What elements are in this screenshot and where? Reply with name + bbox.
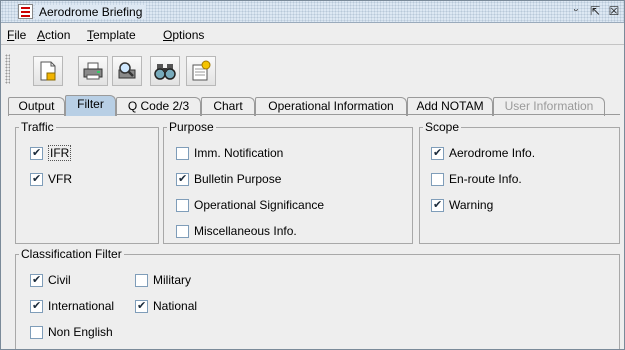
scope-group: Scope Aerodrome Info. En-route Info. War… — [419, 120, 620, 244]
aerodrome-info-label: Aerodrome Info. — [449, 146, 536, 160]
classification-group-title: Classification Filter — [19, 247, 124, 261]
checkbox-checked-icon — [30, 299, 43, 313]
civil-checkbox[interactable]: Civil — [30, 272, 71, 288]
traffic-group: Traffic IFR VFR — [15, 120, 159, 244]
checkbox-unchecked-icon — [176, 224, 189, 238]
menu-bar: File Action Template Options — [1, 24, 624, 45]
operational-significance-checkbox[interactable]: Operational Significance — [176, 197, 324, 213]
template-icon — [192, 60, 211, 81]
international-label: International — [48, 299, 115, 313]
print-button[interactable] — [78, 56, 108, 86]
app-icon — [18, 4, 33, 19]
toolbar — [1, 46, 624, 93]
minimize-icon[interactable]: ᵕ — [569, 4, 583, 18]
vfr-label: VFR — [48, 172, 72, 186]
en-route-info-checkbox[interactable]: En-route Info. — [431, 171, 522, 187]
bulletin-purpose-label: Bulletin Purpose — [194, 172, 282, 186]
en-route-info-label: En-route Info. — [449, 172, 522, 186]
magnifier-icon — [118, 62, 136, 79]
find-button[interactable] — [150, 56, 180, 86]
checkbox-checked-icon — [135, 299, 148, 313]
ifr-checkbox[interactable]: IFR — [30, 145, 72, 161]
classification-filter-group: Classification Filter Civil Military Int… — [15, 247, 620, 349]
checkbox-unchecked-icon — [176, 146, 189, 160]
checkbox-checked-icon — [176, 172, 189, 186]
civil-label: Civil — [48, 273, 71, 287]
national-label: National — [153, 299, 198, 313]
document-icon — [40, 61, 56, 81]
checkbox-checked-icon — [431, 146, 444, 160]
menu-file[interactable]: File — [7, 27, 26, 43]
national-checkbox[interactable]: National — [135, 298, 197, 314]
binoculars-icon — [154, 64, 176, 80]
military-checkbox[interactable]: Military — [135, 272, 191, 288]
checkbox-unchecked-icon — [176, 198, 189, 212]
aerodrome-info-checkbox[interactable]: Aerodrome Info. — [431, 145, 535, 161]
operational-significance-label: Operational Significance — [194, 198, 325, 212]
checkbox-checked-icon — [30, 146, 43, 160]
checkbox-checked-icon — [431, 198, 444, 212]
checkbox-unchecked-icon — [135, 273, 148, 287]
non-english-checkbox[interactable]: Non English — [30, 324, 113, 340]
checkbox-checked-icon — [30, 172, 43, 186]
print-preview-button[interactable] — [112, 56, 142, 86]
non-english-label: Non English — [48, 325, 113, 339]
template-button[interactable] — [186, 56, 216, 86]
vfr-checkbox[interactable]: VFR — [30, 171, 72, 187]
purpose-group: Purpose Imm. Notification Bulletin Purpo… — [163, 120, 413, 244]
close-icon[interactable]: ☒ — [607, 4, 621, 18]
tab-bar: Output Filter Q Code 2/3 Chart Operation… — [1, 95, 624, 116]
traffic-group-title: Traffic — [19, 120, 56, 134]
maximize-icon[interactable]: ⇱ — [588, 4, 602, 18]
checkbox-unchecked-icon — [30, 325, 43, 339]
bulletin-purpose-checkbox[interactable]: Bulletin Purpose — [176, 171, 281, 187]
miscellaneous-info-label: Miscellaneous Info. — [194, 224, 297, 238]
printer-icon — [83, 62, 103, 80]
purpose-group-title: Purpose — [167, 120, 216, 134]
imm-notification-label: Imm. Notification — [194, 146, 284, 160]
warning-label: Warning — [449, 198, 494, 212]
toolbar-grip[interactable] — [5, 54, 10, 84]
international-checkbox[interactable]: International — [30, 298, 114, 314]
app-window: Aerodrome Briefing ᵕ ⇱ ☒ File Action Tem… — [0, 0, 625, 350]
window-title: Aerodrome Briefing — [35, 5, 147, 19]
new-document-button[interactable] — [33, 56, 63, 86]
checkbox-unchecked-icon — [431, 172, 444, 186]
imm-notification-checkbox[interactable]: Imm. Notification — [176, 145, 283, 161]
title-bar[interactable]: Aerodrome Briefing ᵕ ⇱ ☒ — [1, 1, 624, 23]
tab-filter[interactable]: Filter — [65, 95, 116, 116]
menu-template[interactable]: Template — [87, 27, 136, 43]
menu-action[interactable]: Action — [37, 27, 70, 43]
warning-checkbox[interactable]: Warning — [431, 197, 493, 213]
scope-group-title: Scope — [423, 120, 462, 134]
checkbox-checked-icon — [30, 273, 43, 287]
ifr-label: IFR — [48, 145, 72, 161]
military-label: Military — [153, 273, 191, 287]
menu-options[interactable]: Options — [163, 27, 204, 43]
miscellaneous-info-checkbox[interactable]: Miscellaneous Info. — [176, 223, 297, 239]
